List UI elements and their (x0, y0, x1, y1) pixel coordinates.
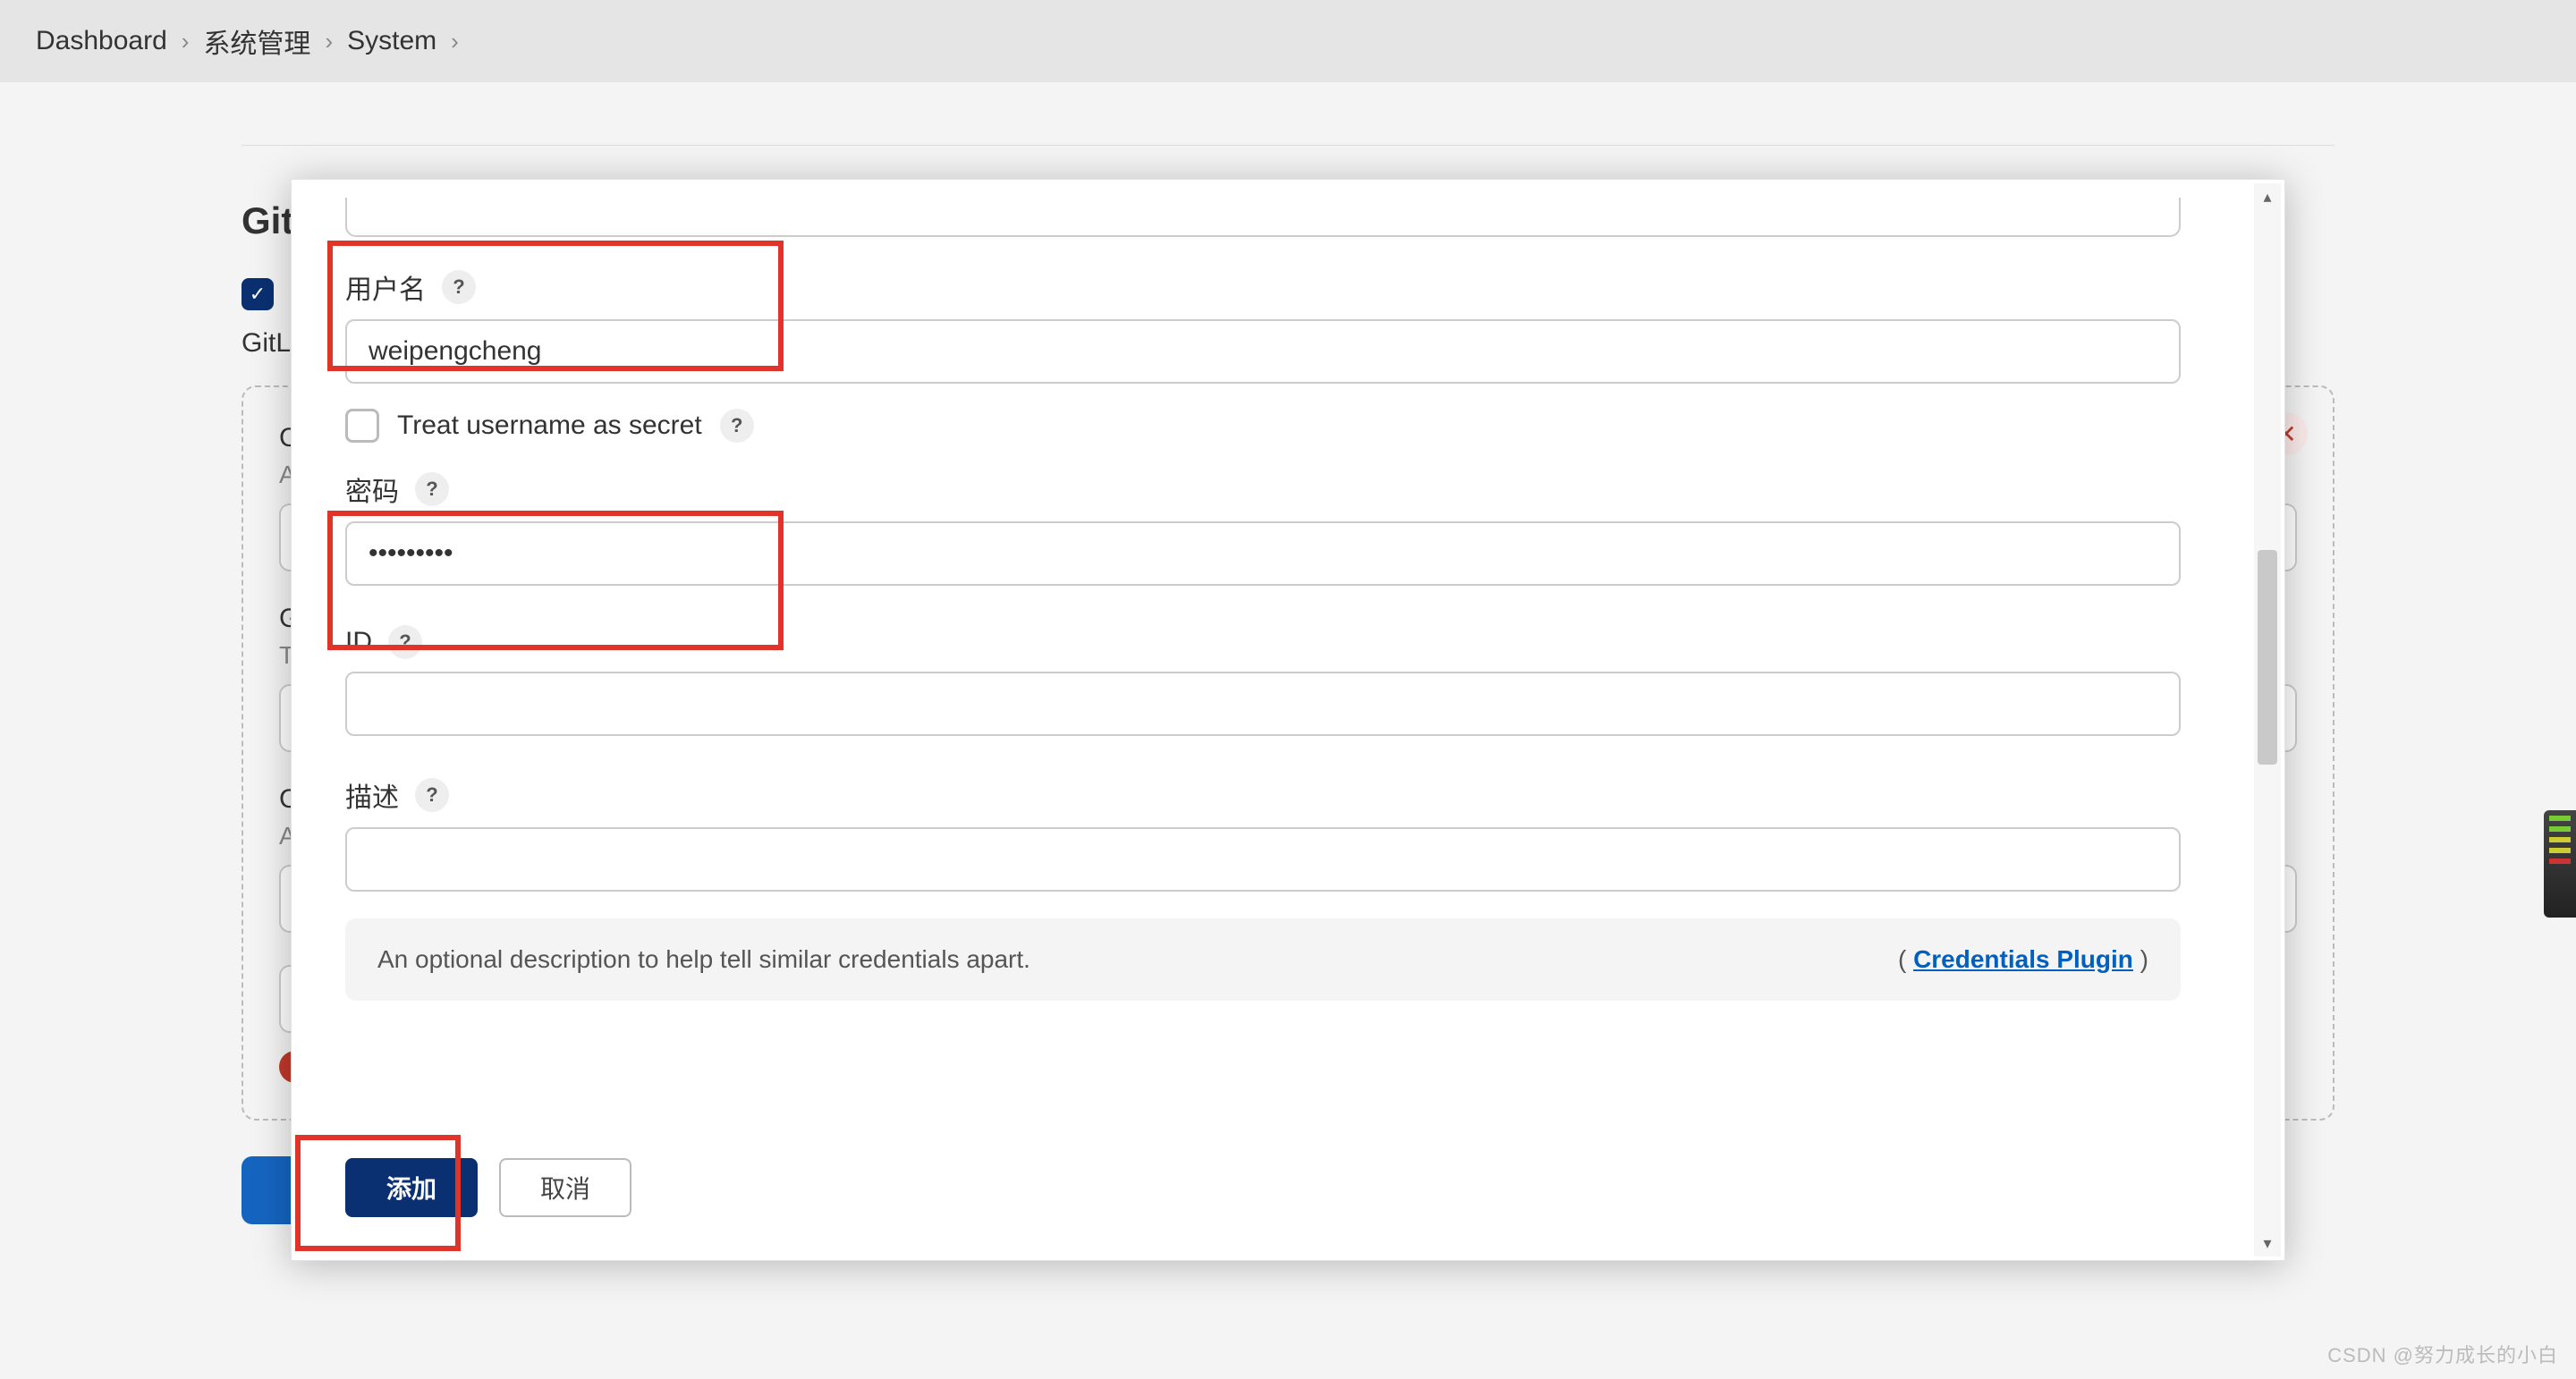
close-icon[interactable]: ✕ (2265, 412, 2308, 455)
field1-input[interactable] (279, 503, 2297, 571)
side-indicator (2544, 810, 2576, 918)
save-button[interactable]: 保存 (242, 1156, 395, 1224)
field1-label: Cor (279, 423, 2297, 453)
section-title: GitLa (242, 199, 2334, 242)
error-icon: ! (279, 1051, 311, 1083)
field2-label: GitL (279, 604, 2297, 634)
crumb-system[interactable]: System (347, 26, 436, 56)
chevron-right-icon: › (182, 28, 190, 55)
credentials-select[interactable]: - ⌄ (279, 865, 2297, 933)
gitlab-subtext: GitLab (242, 328, 2334, 359)
field1-desc: A n (279, 461, 2297, 489)
chevron-right-icon: › (325, 28, 333, 55)
connection-panel: ✕ Cor A n GitL The Cre API - ⌄ ! (242, 385, 2334, 1121)
field3-desc: API (279, 822, 2297, 850)
crumb-dashboard[interactable]: Dashboard (36, 26, 167, 56)
chevron-down-icon: ⌄ (2251, 884, 2274, 915)
enable-checkbox[interactable]: ✓ (242, 278, 274, 310)
breadcrumb: Dashboard › 系统管理 › System › (0, 0, 2576, 82)
apply-button[interactable]: 应用 (422, 1156, 576, 1224)
field2-desc: The (279, 641, 2297, 670)
divider (242, 145, 2334, 146)
add-credential-stub[interactable] (279, 965, 458, 1033)
field3-label: Cre (279, 784, 2297, 815)
watermark: CSDN @努力成长的小白 (2327, 1340, 2558, 1368)
field2-input[interactable] (279, 684, 2297, 752)
credentials-value: - (302, 884, 311, 914)
chevron-right-icon: › (451, 28, 459, 55)
enable-label: E (292, 279, 309, 309)
crumb-sysmgmt[interactable]: 系统管理 (203, 21, 310, 61)
